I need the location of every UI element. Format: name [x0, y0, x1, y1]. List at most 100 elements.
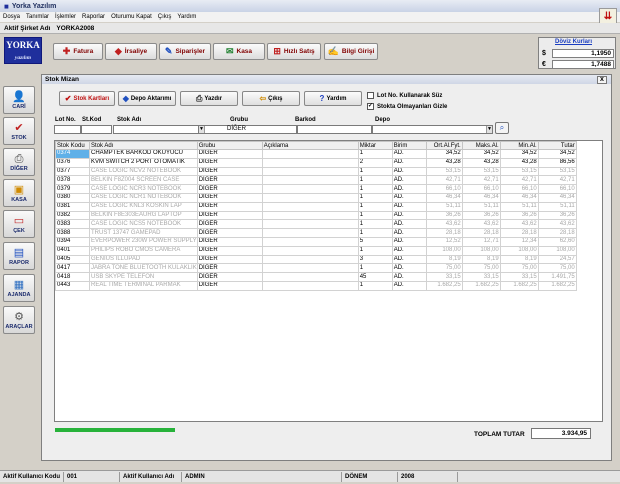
table-cell[interactable]: DİĞER [196, 192, 263, 203]
table-cell[interactable]: 0401 [55, 245, 90, 256]
table-cell[interactable]: 1 [357, 228, 393, 238]
table-cell[interactable]: DİĞER [196, 280, 263, 291]
table-cell[interactable]: 24,57 [537, 254, 577, 265]
table-cell[interactable]: CASE LOGIC NCS5 NOTEBOOK [89, 219, 198, 230]
table-cell[interactable]: 1 [357, 184, 393, 194]
table-cell[interactable]: 42,71 [461, 175, 501, 186]
table-cell[interactable]: 43,62 [425, 219, 463, 230]
table-cell[interactable]: 75,00 [425, 263, 463, 274]
table-cell[interactable]: 1 [357, 175, 393, 186]
table-row[interactable]: 0380 CASE LOGIC NCR1 NOTEBOOK DİĞER 1 AD. 46,… [55, 192, 577, 203]
table-row[interactable]: 0394 EVERPOWER 230W POWER SUPPLY DİĞER 5 AD.… [55, 236, 577, 247]
hizli-satis-button[interactable]: ⊞ Hızlı Satış [267, 43, 321, 60]
table-cell[interactable]: 28,18 [425, 228, 463, 238]
menu-yardim[interactable]: Yardım [177, 14, 196, 20]
table-cell[interactable]: 1 [357, 166, 393, 177]
table-cell[interactable]: 53,15 [499, 166, 539, 177]
column-header[interactable]: Stok Adı [89, 141, 198, 150]
table-cell[interactable]: 28,18 [499, 228, 539, 238]
cikis-button[interactable]: ⇦ Çıkış [242, 91, 300, 106]
table-cell[interactable]: 8,19 [499, 254, 539, 265]
sidebar-item-araclar[interactable]: ⚙ ARAÇLAR [3, 306, 35, 334]
table-cell[interactable]: 1.682,25 [499, 280, 539, 291]
table-cell[interactable]: 108,00 [425, 245, 463, 256]
table-cell[interactable]: 51,11 [499, 201, 539, 212]
table-cell[interactable]: 33,15 [425, 272, 463, 282]
column-header[interactable]: Açıklama [261, 141, 359, 150]
table-cell[interactable]: 1.491,75 [537, 272, 577, 282]
table-cell[interactable]: DİĞER [196, 149, 263, 159]
table-cell[interactable]: 1 [357, 201, 393, 212]
column-header[interactable]: Min.Al. [499, 141, 539, 150]
table-cell[interactable]: CASE LOGIC NCR3 NOTEBOOK [89, 184, 198, 194]
table-cell[interactable]: JABRA TONE BLUETOOTH KULAKLIK [89, 263, 198, 274]
table-cell[interactable]: 43,62 [499, 219, 539, 230]
table-cell[interactable] [261, 175, 359, 186]
table-row[interactable]: 0418 USB SKYPE TELEFON DİĞER 45 AD. 33,15 33,1… [55, 272, 577, 282]
table-cell[interactable]: 1 [357, 280, 393, 291]
kasa-button[interactable]: ✉ Kasa [213, 43, 265, 60]
column-header[interactable]: Stok Kodu [55, 141, 90, 150]
chevron-down-icon[interactable]: ▼ [486, 126, 492, 133]
table-cell[interactable]: PHILIPS ROBO CMOS CAMERA [89, 245, 198, 256]
table-cell[interactable]: 51,11 [537, 201, 577, 212]
table-cell[interactable]: AD. [391, 192, 427, 203]
table-cell[interactable]: 46,34 [425, 192, 463, 203]
table-cell[interactable]: GENIUS ILLUPAD [89, 254, 198, 265]
menu-dosya[interactable]: Dosya [3, 14, 20, 20]
search-icon[interactable]: ⌕ [495, 122, 509, 134]
table-cell[interactable]: 1 [357, 210, 393, 221]
table-cell[interactable]: 42,71 [499, 175, 539, 186]
table-row[interactable]: 0443 REAL TIME TERMINAL PARMAK DİĞER 1 AD. 1.… [55, 280, 577, 291]
hide-empty-stock-box[interactable]: ✓ [367, 103, 374, 110]
table-cell[interactable]: KVM SWITCH 2 PORT OTOMATİK [89, 157, 198, 168]
table-cell[interactable]: 46,34 [537, 192, 577, 203]
menu-islemler[interactable]: İşlemler [55, 14, 76, 20]
table-cell[interactable]: 0377 [55, 166, 90, 177]
table-cell[interactable]: 43,62 [461, 219, 501, 230]
table-cell[interactable]: AD. [391, 245, 427, 256]
table-cell[interactable]: 0383 [55, 219, 90, 230]
table-cell[interactable]: 33,15 [499, 272, 539, 282]
table-row[interactable]: 0401 PHILIPS ROBO CMOS CAMERA DİĞER 1 AD. 108… [55, 245, 577, 256]
table-cell[interactable]: 3 [357, 254, 393, 265]
currency-rates-title[interactable]: Döviz Kurları [555, 39, 592, 45]
table-cell[interactable]: 1 [357, 263, 393, 274]
table-cell[interactable]: 1.682,25 [425, 280, 463, 291]
table-cell[interactable]: 66,10 [537, 184, 577, 194]
table-cell[interactable]: 53,15 [461, 166, 501, 177]
table-cell[interactable]: 0376 [55, 157, 90, 168]
sidebar-item-ajanda[interactable]: ▦ AJANDA [3, 274, 35, 302]
table-cell[interactable] [261, 201, 359, 212]
close-icon[interactable]: x [597, 76, 607, 84]
stok-kartlari-button[interactable]: ✔ Stok Kartları [59, 91, 115, 106]
table-cell[interactable]: AD. [391, 263, 427, 274]
yazdir-button[interactable]: ⎙ Yazdır [180, 91, 238, 106]
table-cell[interactable]: 66,10 [499, 184, 539, 194]
table-cell[interactable]: DİĞER [196, 228, 263, 238]
table-cell[interactable]: 1 [357, 149, 393, 159]
table-cell[interactable]: 43,28 [461, 157, 501, 168]
table-cell[interactable] [261, 149, 359, 159]
lot-filter-box[interactable] [367, 92, 374, 99]
table-cell[interactable] [261, 166, 359, 177]
table-cell[interactable]: DİĞER [196, 157, 263, 168]
st-kod-input[interactable] [81, 125, 112, 134]
depo-aktarim-button[interactable]: ◆ Depo Aktarımı [118, 91, 176, 106]
table-cell[interactable] [261, 219, 359, 230]
table-cell[interactable]: 0418 [55, 272, 90, 282]
table-cell[interactable]: AD. [391, 157, 427, 168]
menu-oturumu-kapat[interactable]: Oturumu Kapat [111, 14, 152, 20]
table-cell[interactable]: 0374 [55, 149, 90, 159]
table-row[interactable]: 0374 CHAMPTEK BARKOD OKUYUCU DİĞER 1 AD. 34,5… [55, 149, 577, 159]
table-cell[interactable]: 53,15 [425, 166, 463, 177]
table-cell[interactable]: AD. [391, 280, 427, 291]
table-cell[interactable]: 62,60 [537, 236, 577, 247]
irsaliye-button[interactable]: ◆ İrsaliye [105, 43, 157, 60]
sidebar-item-stok[interactable]: ✔ STOK [3, 117, 35, 145]
siparisler-button[interactable]: ✎ Siparişler [159, 43, 211, 60]
table-cell[interactable]: 0388 [55, 228, 90, 238]
table-cell[interactable]: DİĞER [196, 263, 263, 274]
table-cell[interactable]: 28,18 [461, 228, 501, 238]
table-cell[interactable]: 75,00 [461, 263, 501, 274]
